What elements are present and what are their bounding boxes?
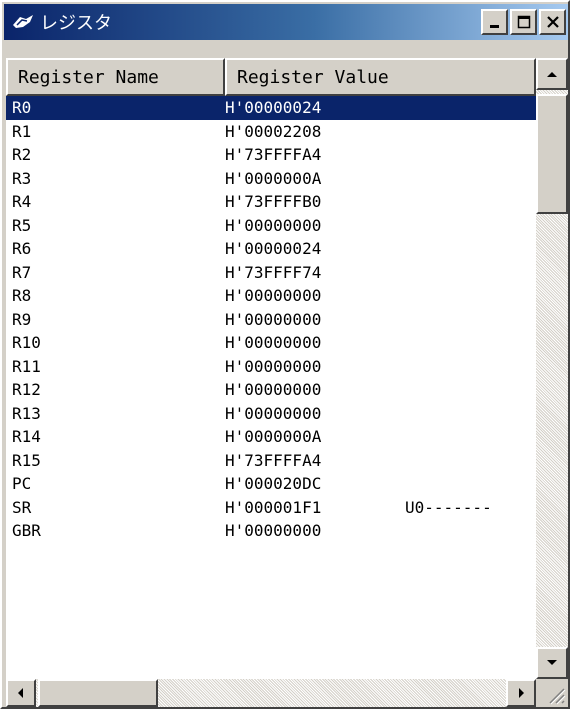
register-list[interactable]: R0 H'00000024 R1 H'00002208 R2 H'73FFFFA4 R3 H'… bbox=[6, 96, 536, 679]
register-row[interactable]: R8 H'00000000 bbox=[6, 284, 536, 308]
register-value: H'00002208 bbox=[225, 121, 322, 141]
register-value: H'00000000 bbox=[225, 309, 322, 329]
register-value: H'73FFFFA4 bbox=[225, 450, 322, 470]
register-value: H'73FFFF74 bbox=[225, 262, 322, 282]
register-name: R7 bbox=[12, 262, 32, 282]
register-name: R15 bbox=[12, 450, 41, 470]
vertical-scrollbar[interactable] bbox=[536, 58, 568, 679]
arrow-down-icon bbox=[547, 660, 557, 665]
register-value: H'00000000 bbox=[225, 215, 322, 235]
register-value: H'0000000A bbox=[225, 168, 322, 188]
minimize-icon bbox=[489, 25, 499, 28]
window-title: レジスタ bbox=[40, 13, 112, 34]
register-value: H'00000000 bbox=[225, 356, 322, 376]
register-row[interactable]: R6 H'00000024 bbox=[6, 237, 536, 261]
register-name: R12 bbox=[12, 380, 41, 400]
register-name: R8 bbox=[12, 286, 32, 306]
register-row[interactable]: R5 H'00000000 bbox=[6, 214, 536, 238]
register-window-icon bbox=[10, 9, 36, 35]
register-name: R5 bbox=[12, 215, 32, 235]
register-row[interactable]: R4 H'73FFFFB0 bbox=[6, 190, 536, 214]
register-row[interactable]: R0 H'00000024 bbox=[6, 96, 536, 120]
register-name: R13 bbox=[12, 403, 41, 423]
register-row[interactable]: R13 H'00000000 bbox=[6, 402, 536, 426]
register-flags: U0------- bbox=[405, 497, 492, 517]
register-value: H'00000024 bbox=[225, 98, 322, 118]
register-value: H'00000000 bbox=[225, 333, 322, 353]
maximize-button[interactable] bbox=[510, 9, 537, 35]
column-header-register-value[interactable]: Register Value bbox=[225, 58, 536, 96]
register-row[interactable]: SR H'000001F1 U0------- bbox=[6, 496, 536, 520]
resize-grip[interactable] bbox=[536, 679, 568, 707]
register-value: H'00000000 bbox=[225, 403, 322, 423]
register-value: H'000020DC bbox=[225, 474, 322, 494]
arrow-up-icon bbox=[547, 72, 557, 77]
register-value: H'00000000 bbox=[225, 521, 322, 541]
register-name: R6 bbox=[12, 239, 32, 259]
register-row[interactable]: R14 H'0000000A bbox=[6, 425, 536, 449]
register-row[interactable]: R2 H'73FFFFA4 bbox=[6, 143, 536, 167]
column-header-register-name[interactable]: Register Name bbox=[6, 58, 225, 96]
register-row[interactable]: R9 H'00000000 bbox=[6, 308, 536, 332]
register-row[interactable]: R15 H'73FFFFA4 bbox=[6, 449, 536, 473]
register-name: SR bbox=[12, 497, 32, 517]
register-row[interactable]: R7 H'73FFFF74 bbox=[6, 261, 536, 285]
register-row[interactable]: R12 H'00000000 bbox=[6, 378, 536, 402]
register-row[interactable]: R1 H'00002208 bbox=[6, 120, 536, 144]
register-window: レジスタ Register Name Register Value R0 H'0… bbox=[0, 0, 570, 709]
register-name: R2 bbox=[12, 145, 32, 165]
close-button[interactable] bbox=[539, 9, 566, 35]
register-name: R4 bbox=[12, 192, 32, 212]
arrow-right-icon bbox=[519, 688, 524, 698]
minimize-button[interactable] bbox=[481, 9, 508, 35]
register-name: R14 bbox=[12, 427, 41, 447]
register-value: H'73FFFFA4 bbox=[225, 145, 322, 165]
register-name: R9 bbox=[12, 309, 32, 329]
register-row[interactable]: GBR H'00000000 bbox=[6, 519, 536, 543]
register-name: R11 bbox=[12, 356, 41, 376]
register-value: H'00000000 bbox=[225, 380, 322, 400]
maximize-icon bbox=[517, 15, 530, 29]
register-value: H'00000000 bbox=[225, 286, 322, 306]
register-value: H'000001F1 bbox=[225, 497, 322, 517]
title-bar[interactable]: レジスタ bbox=[4, 4, 568, 40]
vertical-scroll-thumb[interactable] bbox=[536, 94, 568, 214]
register-row[interactable]: PC H'000020DC bbox=[6, 472, 536, 496]
scroll-right-button[interactable] bbox=[506, 679, 536, 707]
resize-grip-icon bbox=[549, 688, 566, 705]
scroll-up-button[interactable] bbox=[536, 58, 568, 90]
arrow-left-icon bbox=[18, 688, 23, 698]
register-name: R0 bbox=[12, 98, 32, 118]
register-row[interactable]: R11 H'00000000 bbox=[6, 355, 536, 379]
register-value: H'00000024 bbox=[225, 239, 322, 259]
column-header: Register Name Register Value bbox=[6, 58, 536, 96]
register-value: H'73FFFFB0 bbox=[225, 192, 322, 212]
register-name: R3 bbox=[12, 168, 32, 188]
register-name: R10 bbox=[12, 333, 41, 353]
scroll-down-button[interactable] bbox=[536, 647, 568, 679]
close-icon bbox=[546, 16, 559, 28]
register-name: GBR bbox=[12, 521, 41, 541]
register-value: H'0000000A bbox=[225, 427, 322, 447]
register-row[interactable]: R10 H'00000000 bbox=[6, 331, 536, 355]
window-controls bbox=[479, 9, 566, 35]
register-row[interactable]: R3 H'0000000A bbox=[6, 167, 536, 191]
scroll-left-button[interactable] bbox=[6, 679, 36, 707]
register-name: PC bbox=[12, 474, 32, 494]
horizontal-scrollbar[interactable] bbox=[6, 679, 536, 707]
horizontal-scroll-thumb[interactable] bbox=[38, 679, 158, 707]
register-name: R1 bbox=[12, 121, 32, 141]
